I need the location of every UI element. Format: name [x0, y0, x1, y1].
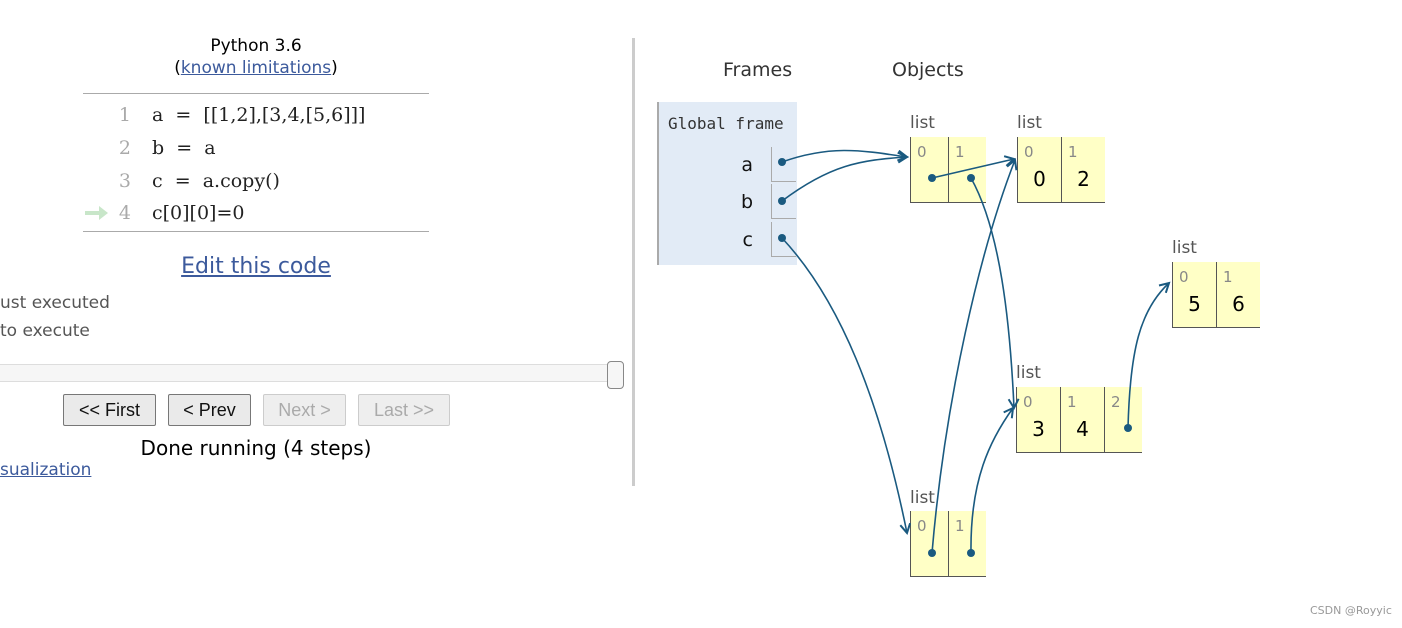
cell-value: 0: [1033, 167, 1046, 191]
code-text: b = a: [152, 137, 216, 159]
cell-index: 1: [1067, 393, 1077, 411]
cell-value: 4: [1076, 417, 1089, 441]
last-button[interactable]: Last >>: [358, 394, 450, 426]
prev-button[interactable]: < Prev: [168, 394, 251, 426]
var-slot: [771, 184, 796, 219]
step-slider-handle[interactable]: [607, 361, 624, 389]
step-slider-track[interactable]: [0, 364, 616, 382]
cell-value: 6: [1232, 292, 1245, 316]
list-cell: 00: [1017, 137, 1061, 203]
var-slot: [771, 222, 796, 257]
code-text: c = a.copy(): [152, 170, 280, 192]
watermark: CSDN @Royyic: [1310, 604, 1392, 617]
list-label: list: [910, 113, 935, 133]
global-frame: Global frame a b c: [657, 102, 797, 265]
line-number: 3: [118, 170, 131, 192]
arrow-copy0: [931, 160, 1015, 554]
legend-just-executed: ust executed: [0, 293, 110, 313]
var-name: a: [741, 154, 753, 176]
current-line-arrow-icon: [85, 206, 108, 220]
cell-index: 1: [1223, 268, 1233, 286]
cell-index: 0: [1179, 268, 1189, 286]
cell-value: 5: [1188, 292, 1201, 316]
list-label: list: [1172, 238, 1197, 258]
cell-index: 0: [1024, 143, 1034, 161]
list-cell: 05: [1172, 262, 1216, 328]
cell-index: 1: [955, 517, 965, 535]
cell-index: 1: [1068, 143, 1078, 161]
arrow-outer1: [970, 177, 1014, 408]
line-number: 1: [118, 104, 131, 126]
cell-index: 2: [1111, 393, 1121, 411]
paren-close: ): [331, 58, 338, 78]
list-cell: 0: [910, 137, 948, 203]
line-number: 4: [118, 202, 131, 224]
panel-divider[interactable]: [632, 38, 635, 486]
cell-index: 0: [917, 517, 927, 535]
code-text: a = [[1,2],[3,4,[5,6]]]: [152, 104, 366, 126]
python-version-title: Python 3.6: [210, 36, 302, 56]
line-number: 2: [118, 137, 131, 159]
list-cell: 14: [1060, 387, 1104, 453]
var-name: c: [742, 229, 753, 251]
list-cell: 1: [948, 137, 986, 203]
cell-index: 0: [917, 143, 927, 161]
code-text: c[0][0]=0: [152, 202, 245, 224]
arrow-c: [781, 237, 907, 533]
known-limitations: (known limitations): [174, 58, 338, 78]
code-listing: 1 a = [[1,2],[3,4,[5,6]]] 2 b = a 3 c = a.c…: [83, 93, 429, 232]
first-button[interactable]: << First: [63, 394, 156, 426]
list-cell: 0: [910, 511, 948, 577]
legend-to-execute: to execute: [0, 321, 90, 341]
edit-code-link[interactable]: Edit this code: [181, 254, 331, 279]
list-cell: 12: [1061, 137, 1105, 203]
frames-header: Frames: [723, 59, 793, 81]
list-label: list: [910, 488, 935, 508]
cell-index: 0: [1023, 393, 1033, 411]
global-frame-title: Global frame: [668, 114, 784, 133]
list-cell: 16: [1216, 262, 1260, 328]
visualization-link[interactable]: sualization: [0, 460, 91, 480]
paren-open: (: [174, 58, 181, 78]
status-text: Done running (4 steps): [140, 436, 372, 460]
cell-value: 3: [1032, 417, 1045, 441]
arrow-a: [781, 149, 907, 163]
list-cell: 2: [1104, 387, 1142, 453]
next-button[interactable]: Next >: [263, 394, 346, 426]
known-limitations-link[interactable]: known limitations: [181, 58, 331, 78]
list-label: list: [1016, 363, 1041, 383]
cell-value: 2: [1077, 167, 1090, 191]
var-slot: [771, 147, 796, 182]
var-name: b: [740, 191, 753, 213]
arrow-b: [781, 157, 907, 202]
objects-header: Objects: [892, 59, 964, 81]
list-cell: 1: [948, 511, 986, 577]
list-cell: 03: [1016, 387, 1060, 453]
list-label: list: [1017, 113, 1042, 133]
cell-index: 1: [955, 143, 965, 161]
